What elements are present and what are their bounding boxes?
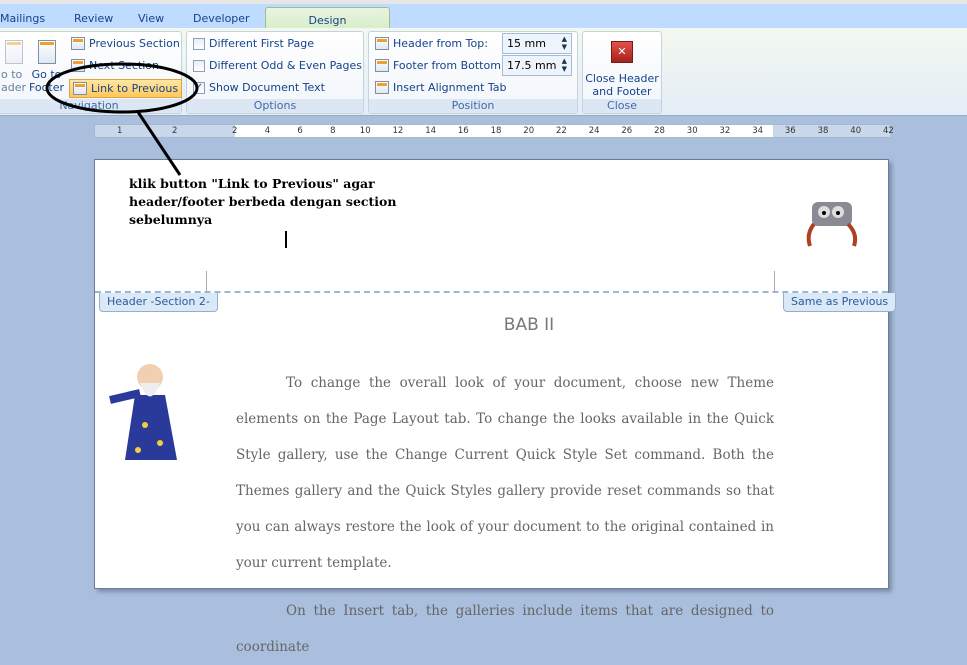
- ruler-number: 36: [784, 126, 796, 136]
- document-body[interactable]: To change the overall look of your docum…: [236, 365, 774, 665]
- footer-position-icon: [375, 59, 389, 72]
- close-label: Close: [583, 99, 661, 113]
- ruler-number: 30: [686, 126, 698, 136]
- spin-arrows-icon[interactable]: ▲ ▼: [562, 35, 567, 51]
- ruler-number: 6: [297, 126, 303, 136]
- ruler-number: 38: [817, 126, 829, 136]
- annotation-circle: [45, 62, 199, 176]
- alignment-tab-icon: [375, 81, 389, 94]
- different-first-page-checkbox[interactable]: Different First Page: [193, 37, 314, 50]
- ruler-number: 18: [490, 126, 502, 136]
- spin-arrows-icon[interactable]: ▲ ▼: [562, 57, 567, 73]
- footer-from-bottom-label: Footer from Bottom:: [375, 59, 505, 72]
- paragraph: To change the overall look of your docum…: [236, 375, 774, 571]
- ribbon-tabs: Mailings Review View Developer Design: [0, 0, 967, 34]
- ruler-number: 32: [719, 126, 731, 136]
- ruler-number: 14: [425, 126, 437, 136]
- tab-view[interactable]: View: [138, 12, 164, 25]
- ruler-number: 42: [883, 126, 894, 136]
- ruler-number: 40: [850, 126, 862, 136]
- ruler-number: 26: [621, 126, 633, 136]
- goto-header-button[interactable]: o to ader: [1, 40, 26, 94]
- close-header-footer-button[interactable]: Close Header and Footer: [583, 72, 661, 98]
- paragraph: On the Insert tab, the galleries include…: [236, 603, 774, 655]
- header-from-top-input[interactable]: 15 mm ▲ ▼: [502, 33, 572, 54]
- previous-section-icon: [71, 37, 85, 50]
- horizontal-ruler[interactable]: 1 2 2 4 6 8 10 12 14 16 18 20 22 24 26 28 30 32 34 36 38 40 42: [94, 124, 894, 138]
- ruler-number: 16: [457, 126, 469, 136]
- ruler-number: 8: [330, 126, 336, 136]
- previous-section-button[interactable]: Previous Section: [71, 37, 180, 50]
- ruler-number: 28: [654, 126, 665, 136]
- tab-review[interactable]: Review: [74, 12, 113, 25]
- clipart-wizard-image: [105, 355, 195, 465]
- header-position-icon: [375, 37, 389, 50]
- ruler-number: 20: [523, 126, 535, 136]
- options-group: Different First Page Different Odd & Eve…: [186, 31, 364, 114]
- header-from-top-label: Header from Top:: [375, 37, 488, 50]
- annotation-text: klik button "Link to Previous" agar head…: [129, 176, 397, 227]
- header-icon: [4, 40, 23, 64]
- ruler-number: 10: [359, 126, 371, 136]
- close-icon[interactable]: ✕: [611, 41, 633, 63]
- tab-mailings[interactable]: Mailings: [0, 12, 45, 25]
- ruler-number: 2: [232, 126, 238, 136]
- header-section-tab: Header -Section 2-: [99, 293, 218, 312]
- clipart-robot-image: [800, 190, 862, 250]
- show-document-text-checkbox[interactable]: ✓ Show Document Text: [193, 81, 325, 94]
- text-cursor: [285, 231, 287, 248]
- same-as-previous-tab: Same as Previous: [783, 293, 897, 312]
- footer-from-bottom-input[interactable]: 17.5 mm ▲ ▼: [502, 55, 572, 76]
- insert-alignment-tab-button[interactable]: Insert Alignment Tab: [375, 81, 507, 94]
- options-label: Options: [187, 99, 363, 113]
- document-heading: BAB II: [503, 315, 555, 335]
- position-label: Position: [369, 99, 577, 113]
- ruler-number: 12: [392, 126, 404, 136]
- ruler-number: 24: [588, 126, 600, 136]
- ruler-number: 22: [556, 126, 567, 136]
- different-odd-even-checkbox[interactable]: Different Odd & Even Pages: [193, 59, 362, 72]
- ruler-number: 4: [264, 126, 271, 136]
- position-group: Header from Top: 15 mm ▲ ▼ Footer from Bot…: [368, 31, 578, 114]
- tab-developer[interactable]: Developer: [193, 12, 250, 25]
- close-group: ✕ Close Header and Footer Close: [582, 31, 662, 114]
- ruler-number: 34: [752, 126, 764, 136]
